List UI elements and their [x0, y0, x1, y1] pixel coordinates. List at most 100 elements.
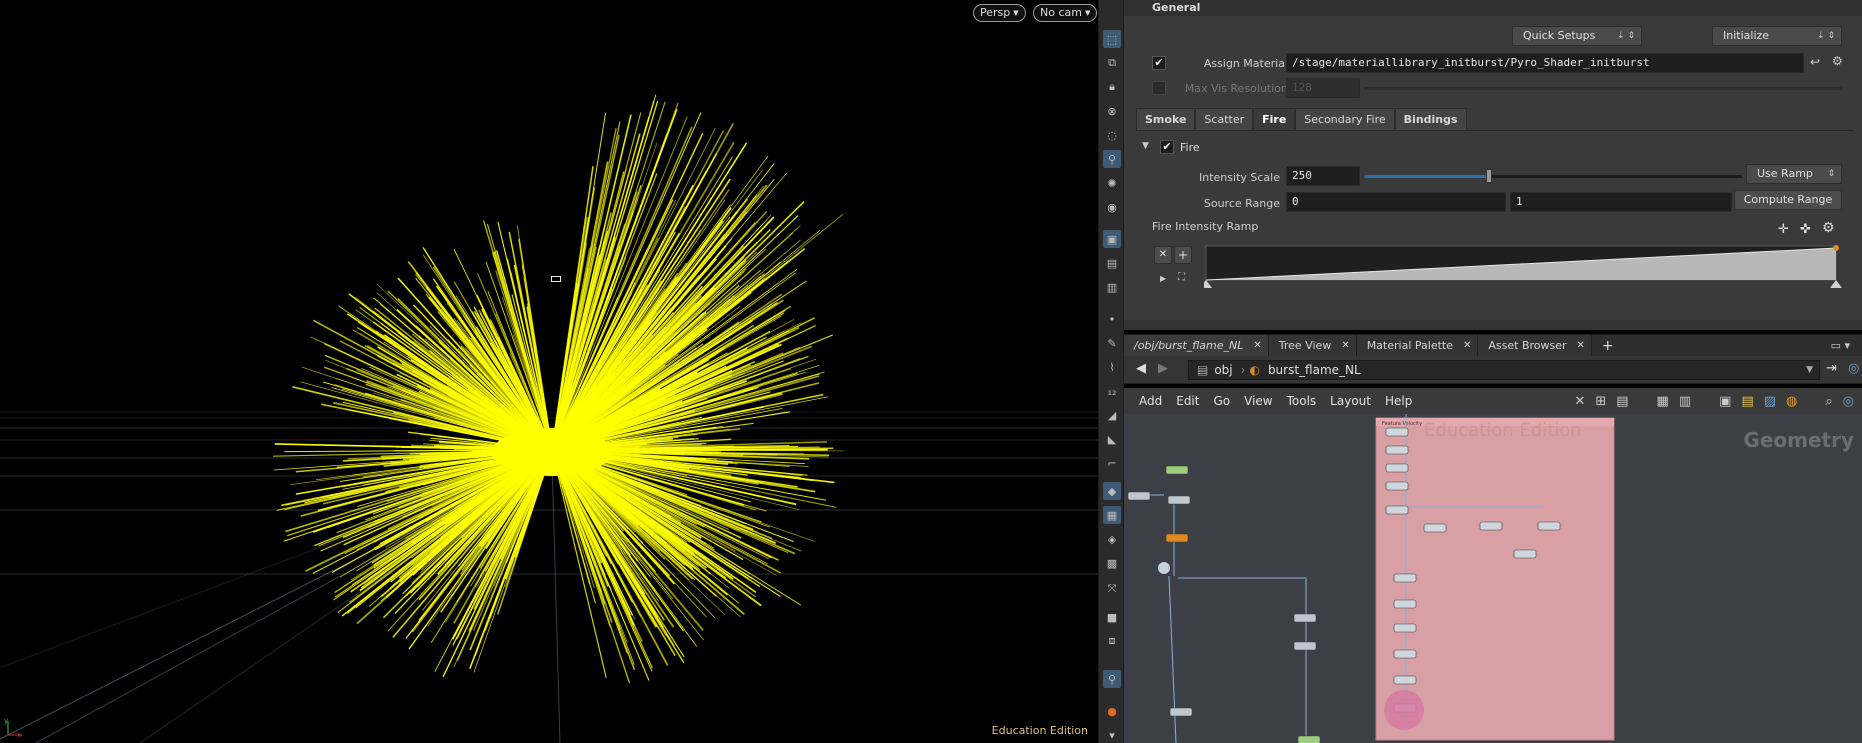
ramp-add-point-icon[interactable]: ✛: [1778, 222, 1789, 237]
light-icon[interactable]: ✺: [1103, 174, 1121, 192]
view-tool-icon[interactable]: ⧉: [1103, 54, 1121, 72]
network-node[interactable]: [1393, 599, 1417, 609]
network-node[interactable]: [1393, 573, 1417, 583]
network-node[interactable]: [1423, 523, 1447, 533]
tree-icon[interactable]: ⊞: [1595, 394, 1606, 409]
network-node[interactable]: [1385, 445, 1409, 455]
stop-icon[interactable]: ■: [1103, 608, 1121, 626]
chevron-down-icon[interactable]: ▼: [1806, 365, 1813, 375]
max-vis-slider[interactable]: [1364, 87, 1842, 90]
network-node[interactable]: [1293, 613, 1317, 623]
paint-icon[interactable]: ◆: [1103, 482, 1121, 500]
pane-tab-network[interactable]: /obj/burst_flame_NL ✕: [1124, 334, 1269, 357]
initialize-menu[interactable]: Initialize ⇣ ⇕: [1712, 26, 1842, 46]
intensity-scale-field[interactable]: 250: [1286, 166, 1360, 186]
menu-view[interactable]: View: [1237, 394, 1279, 408]
point-icon[interactable]: •: [1103, 310, 1121, 328]
network-link-icon[interactable]: ◎: [1843, 394, 1854, 409]
location-icon[interactable]: ⚲: [1103, 670, 1121, 688]
null-node-icon[interactable]: [1158, 562, 1170, 574]
bend-icon[interactable]: ⌐: [1103, 454, 1121, 472]
network-node[interactable]: [1167, 495, 1191, 505]
path-node[interactable]: burst_flame_NL: [1268, 363, 1361, 377]
flipbook-icon[interactable]: ▥: [1103, 278, 1121, 296]
menu-layout[interactable]: Layout: [1323, 394, 1378, 408]
screenshot-icon[interactable]: ⧈: [1103, 632, 1121, 650]
network-node[interactable]: [1169, 707, 1193, 717]
network-node[interactable]: [1165, 465, 1189, 475]
link-icon[interactable]: ◎: [1848, 361, 1859, 376]
palette-icon[interactable]: ◍: [1786, 394, 1797, 409]
ramp-move-icon[interactable]: ✜: [1800, 222, 1811, 237]
transform-handle[interactable]: [551, 276, 561, 282]
ramp-delete-point-button[interactable]: ✕: [1154, 246, 1172, 264]
network-node[interactable]: [1127, 491, 1151, 501]
source-range-min-field[interactable]: 0: [1286, 192, 1506, 212]
lock-icon[interactable]: 🔒︎: [1103, 78, 1121, 96]
scroll-down-icon[interactable]: ▾: [1103, 726, 1121, 743]
diamond-icon[interactable]: ◈: [1103, 530, 1121, 548]
panel-scrollbar[interactable]: [1124, 320, 1862, 330]
network-editor[interactable]: Feature Velocity Education Edition Geome…: [1124, 414, 1862, 743]
network-node[interactable]: [1293, 641, 1317, 651]
camera-projection-menu[interactable]: Persp ▼: [973, 4, 1026, 22]
menu-tools[interactable]: Tools: [1280, 394, 1324, 408]
sticky-note-icon[interactable]: ▤: [1741, 394, 1753, 409]
ramp-key-start[interactable]: [1204, 280, 1212, 288]
table-view-icon[interactable]: ▥: [1679, 394, 1691, 409]
network-node[interactable]: [1385, 505, 1409, 515]
tab-secondary-fire[interactable]: Secondary Fire: [1295, 108, 1395, 130]
background-image-icon[interactable]: ▨: [1764, 394, 1776, 409]
close-icon[interactable]: ✕: [1463, 335, 1471, 357]
jump-to-operator-icon[interactable]: ↩: [1810, 55, 1820, 69]
tab-smoke[interactable]: Smoke: [1136, 108, 1196, 130]
network-node[interactable]: [1537, 521, 1561, 531]
network-path[interactable]: ▤ obj › ◐ burst_flame_NL ▼: [1188, 360, 1820, 380]
menu-edit[interactable]: Edit: [1169, 394, 1206, 408]
ramp-fullscreen-icon[interactable]: ⛶: [1178, 272, 1185, 283]
close-icon[interactable]: ✕: [1253, 335, 1261, 357]
counter-icon[interactable]: ₁₂: [1103, 382, 1121, 400]
box-icon[interactable]: ▩: [1103, 554, 1121, 572]
snap-icon[interactable]: ⊗: [1103, 102, 1121, 120]
grid-icon[interactable]: ▦: [1103, 506, 1121, 524]
display-options-icon[interactable]: ▣: [1103, 230, 1121, 248]
network-node[interactable]: [1165, 533, 1189, 543]
network-node[interactable]: [1385, 463, 1409, 473]
ramp-key-end-marker[interactable]: [1830, 280, 1842, 288]
close-icon[interactable]: ✕: [1341, 335, 1349, 357]
intensity-scale-knob[interactable]: [1485, 169, 1492, 183]
grid-view-icon[interactable]: ▦: [1657, 394, 1669, 409]
pen-icon[interactable]: ✎: [1103, 334, 1121, 352]
source-range-max-field[interactable]: 1: [1510, 192, 1732, 212]
tab-fire[interactable]: Fire: [1253, 108, 1296, 130]
network-node[interactable]: [1393, 623, 1417, 633]
list-icon[interactable]: ▤: [1616, 394, 1628, 409]
pane-tab-asset-browser[interactable]: Asset Browser ✕: [1478, 334, 1592, 357]
tab-scatter[interactable]: Scatter: [1195, 108, 1254, 130]
network-node[interactable]: [1393, 675, 1417, 685]
network-node[interactable]: [1513, 549, 1537, 559]
brush-icon[interactable]: ⌇: [1103, 358, 1121, 376]
node-chooser-icon[interactable]: ⚙: [1832, 54, 1843, 68]
drop-icon[interactable]: ◢: [1103, 406, 1121, 424]
search-icon[interactable]: ⌕: [1825, 394, 1832, 409]
network-node[interactable]: [1393, 649, 1417, 659]
fire-intensity-ramp[interactable]: [1204, 244, 1844, 290]
assign-material-field[interactable]: /stage/materiallibrary_initburst/Pyro_Sh…: [1286, 53, 1804, 73]
pin-icon[interactable]: ⚲: [1103, 150, 1121, 168]
ramp-expand-icon[interactable]: ▶: [1160, 274, 1166, 283]
scene-viewport[interactable]: Persp ▼ No cam ▼ Education Edition x y: [0, 0, 1098, 743]
back-arrow-icon[interactable]: ◀: [1136, 361, 1146, 376]
use-ramp-menu[interactable]: Use Ramp ⇕: [1746, 164, 1842, 184]
folder-collapse-icon[interactable]: ▼: [1142, 141, 1149, 151]
network-node[interactable]: [1479, 521, 1503, 531]
wrench-icon[interactable]: ✕: [1574, 394, 1585, 409]
pane-tab-tree-view[interactable]: Tree View ✕: [1268, 334, 1357, 357]
compute-range-button[interactable]: Compute Range: [1734, 190, 1842, 210]
network-node[interactable]: [1297, 735, 1321, 743]
viewport-canvas[interactable]: [0, 0, 1098, 743]
max-vis-toggle[interactable]: [1152, 81, 1166, 95]
fire-enable-toggle[interactable]: ✔: [1160, 140, 1174, 154]
add-tab-icon[interactable]: +: [1592, 338, 1624, 354]
